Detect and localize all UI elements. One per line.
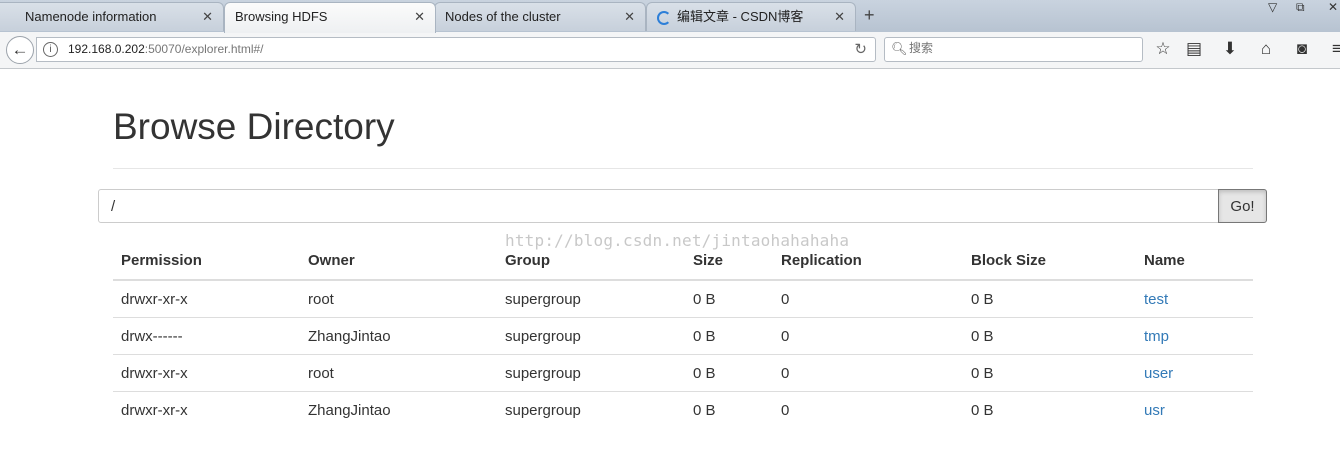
cell-owner: root	[300, 354, 497, 392]
column-header-replication[interactable]: Replication	[773, 242, 963, 281]
cell-group: supergroup	[497, 279, 685, 318]
cell-owner: ZhangJintao	[300, 317, 497, 355]
cell-permission: drwxr-xr-x	[113, 279, 300, 318]
cell-replication: 0	[773, 279, 963, 318]
cell-group: supergroup	[497, 354, 685, 392]
directory-link-tmp[interactable]: tmp	[1144, 328, 1169, 345]
cell-owner: root	[300, 279, 497, 318]
home-icon[interactable]: ⌂	[1255, 38, 1277, 60]
column-header-permission[interactable]: Permission	[113, 242, 300, 281]
search-input[interactable]	[907, 40, 1141, 56]
cell-group: supergroup	[497, 391, 685, 428]
reading-list-icon[interactable]: ▤	[1183, 38, 1205, 60]
cell-size: 0 B	[685, 279, 773, 318]
cell-permission: drwx------	[113, 317, 300, 355]
tab-strip: Namenode information ✕ Browsing HDFS ✕ N…	[0, 0, 1340, 33]
cell-permission: drwxr-xr-x	[113, 354, 300, 392]
address-bar[interactable]: i 192.168.0.202:50070/explorer.html#/ ↻	[36, 37, 876, 62]
close-icon[interactable]: ✕	[414, 3, 425, 31]
cell-size: 0 B	[685, 391, 773, 428]
column-header-group[interactable]: Group	[497, 242, 685, 281]
column-header-name[interactable]: Name	[1136, 242, 1253, 281]
search-icon: 🔍︎	[891, 41, 908, 56]
cell-block-size: 0 B	[963, 391, 1136, 428]
menu-icon[interactable]: ≡	[1326, 38, 1340, 60]
loading-spinner-icon	[657, 11, 671, 25]
cell-block-size: 0 B	[963, 317, 1136, 355]
cell-permission: drwxr-xr-x	[113, 391, 300, 428]
cell-size: 0 B	[685, 317, 773, 355]
cell-name: user	[1136, 354, 1253, 392]
title-divider	[113, 168, 1253, 169]
search-bar[interactable]: 🔍︎	[884, 37, 1143, 62]
directory-link-test[interactable]: test	[1144, 291, 1168, 308]
minimize-icon[interactable]: ▽	[1268, 0, 1277, 14]
cell-name: test	[1136, 279, 1253, 318]
back-arrow-icon[interactable]: ←	[6, 36, 34, 64]
close-icon[interactable]: ✕	[834, 3, 845, 31]
table-row: drwxr-xr-x root supergroup 0 B 0 0 B use…	[113, 354, 1253, 392]
directory-table: Permission Owner Group Size Replication …	[113, 242, 1253, 428]
directory-path-input[interactable]	[98, 189, 1219, 223]
table-header-row: Permission Owner Group Size Replication …	[113, 242, 1253, 281]
column-header-block-size[interactable]: Block Size	[963, 242, 1136, 281]
cell-replication: 0	[773, 317, 963, 355]
close-icon[interactable]: ✕	[624, 3, 635, 31]
tab-nodes-of-the-cluster[interactable]: Nodes of the cluster ✕	[434, 2, 646, 31]
tab-namenode-information[interactable]: Namenode information ✕	[0, 2, 224, 31]
cell-replication: 0	[773, 391, 963, 428]
reload-icon[interactable]: ↻	[854, 40, 867, 58]
go-button[interactable]: Go!	[1218, 189, 1267, 223]
table-row: drwxr-xr-x root supergroup 0 B 0 0 B tes…	[113, 279, 1253, 318]
cell-replication: 0	[773, 354, 963, 392]
directory-link-user[interactable]: user	[1144, 365, 1173, 382]
url-host: 192.168.0.202	[68, 42, 145, 56]
cell-name: usr	[1136, 391, 1253, 428]
url-path: :50070/explorer.html#/	[144, 42, 264, 56]
cell-block-size: 0 B	[963, 354, 1136, 392]
cell-name: tmp	[1136, 317, 1253, 355]
window-close-icon[interactable]: ✕	[1328, 0, 1338, 14]
url-text: 192.168.0.202:50070/explorer.html#/	[68, 42, 264, 56]
pocket-icon[interactable]: ◙	[1291, 38, 1313, 60]
cell-owner: ZhangJintao	[300, 391, 497, 428]
tab-browsing-hdfs[interactable]: Browsing HDFS ✕	[224, 2, 436, 33]
tab-csdn-blog[interactable]: 编辑文章 - CSDN博客 ✕	[646, 2, 856, 31]
cell-size: 0 B	[685, 354, 773, 392]
bookmark-star-icon[interactable]: ☆	[1152, 38, 1174, 60]
tab-title: Browsing HDFS	[235, 9, 328, 24]
new-tab-plus-icon[interactable]: +	[864, 4, 875, 26]
column-header-size[interactable]: Size	[685, 242, 773, 281]
download-icon[interactable]: ⬇	[1219, 38, 1241, 60]
navigation-bar: ← i 192.168.0.202:50070/explorer.html#/ …	[0, 32, 1340, 69]
table-row: drwxr-xr-x ZhangJintao supergroup 0 B 0 …	[113, 391, 1253, 428]
page-title: Browse Directory	[113, 106, 395, 147]
table-row: drwx------ ZhangJintao supergroup 0 B 0 …	[113, 317, 1253, 355]
cell-group: supergroup	[497, 317, 685, 355]
tab-title: Namenode information	[25, 9, 157, 24]
close-icon[interactable]: ✕	[202, 3, 213, 31]
info-icon[interactable]: i	[43, 42, 58, 57]
directory-link-usr[interactable]: usr	[1144, 402, 1165, 419]
restore-icon[interactable]: ⧉	[1296, 0, 1305, 15]
column-header-owner[interactable]: Owner	[300, 242, 497, 281]
tab-title: 编辑文章 - CSDN博客	[677, 9, 804, 24]
tab-title: Nodes of the cluster	[445, 9, 561, 24]
cell-block-size: 0 B	[963, 279, 1136, 318]
